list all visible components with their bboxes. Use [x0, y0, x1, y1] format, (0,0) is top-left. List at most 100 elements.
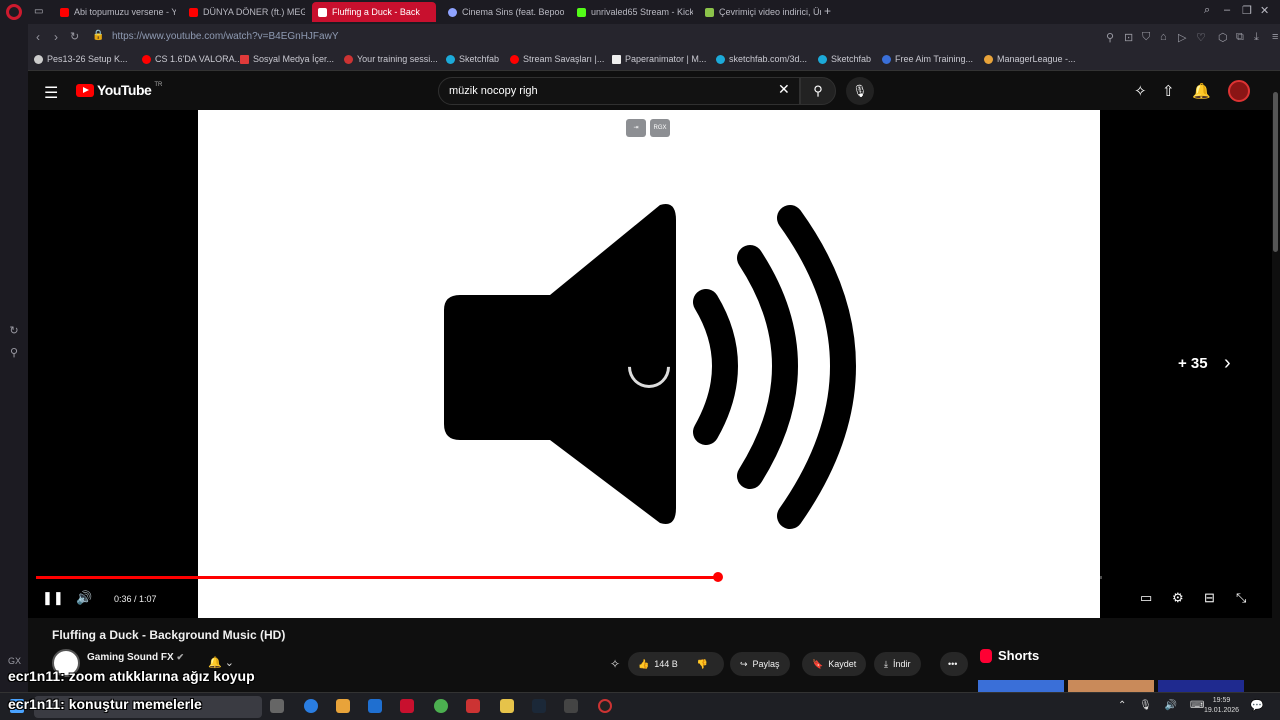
tab-5[interactable]: unrivaled65 Stream - Kick — [571, 2, 693, 22]
bookmark-item[interactable]: CS 1.6'DA VALORA... — [142, 54, 242, 64]
bookmark-item[interactable]: ManagerLeague -... — [984, 54, 1076, 64]
search-box — [438, 77, 800, 105]
back-icon[interactable]: ‹ — [36, 30, 40, 44]
search-button[interactable]: ⚲ — [800, 77, 836, 105]
maximize-icon[interactable]: ❐ — [1242, 4, 1252, 17]
opera-logo-icon[interactable] — [6, 4, 22, 20]
miniplayer-icon[interactable]: ⊟ — [1204, 590, 1215, 606]
bookmark-label: Your training sessi... — [357, 54, 438, 64]
bookmark-label: Sketchfab — [831, 54, 872, 64]
search-icon: ⚲ — [813, 83, 823, 98]
history-icon[interactable]: ↻ — [7, 324, 21, 338]
channel-name[interactable]: Gaming Sound FX ✔ — [87, 652, 184, 663]
progress-bar[interactable] — [36, 572, 1102, 582]
minimize-icon[interactable]: – — [1224, 4, 1230, 16]
bookmark-item[interactable]: sketchfab.com/3d... — [716, 54, 807, 64]
terminal-icon[interactable] — [564, 699, 578, 713]
tab-4[interactable]: Cinema Sins (feat. Bepoo) — [442, 2, 564, 22]
bookmark-icon: 🔖 — [812, 658, 824, 669]
url-field[interactable]: https://www.youtube.com/watch?v=B4EGnHJF… — [112, 31, 339, 42]
shorts-header[interactable]: Shorts — [980, 648, 1039, 663]
pause-icon[interactable]: ❚❚ — [42, 590, 64, 606]
hamburger-menu-icon[interactable]: ☰ — [44, 83, 58, 103]
taskbar-clock[interactable]: 19:59 19.01.2026 — [1204, 696, 1239, 716]
file-explorer-icon[interactable] — [500, 699, 514, 713]
opera-gx-taskbar-icon[interactable] — [400, 699, 414, 713]
download-icon[interactable]: ⤓ — [1254, 31, 1259, 44]
share-button[interactable]: ↪ Paylaş — [730, 652, 790, 676]
tab-active[interactable]: Fluffing a Duck - Back — [312, 2, 436, 22]
adblock-icon[interactable]: ⛉ — [1142, 31, 1150, 44]
bookmark-item[interactable]: Sketchfab — [446, 54, 499, 64]
fullscreen-icon[interactable]: ⤡ — [1236, 590, 1246, 606]
microphone-icon[interactable]: 🎙 — [846, 77, 874, 105]
more-actions-button[interactable]: ••• — [940, 652, 968, 676]
ask-sparkle-icon[interactable]: ✧ — [610, 657, 620, 671]
bookmark-label: sketchfab.com/3d... — [729, 54, 808, 64]
settings-gear-icon[interactable]: ⚙ — [1172, 590, 1184, 606]
tab-menu-icon[interactable]: ▭ — [34, 6, 43, 17]
forward-icon[interactable]: › — [54, 30, 58, 44]
search-input[interactable] — [449, 85, 759, 97]
bookmark-item[interactable]: Sosyal Medya İçer... — [240, 54, 334, 64]
copilot-icon[interactable] — [304, 699, 318, 713]
bookmark-item[interactable]: Free Aim Training... — [882, 54, 973, 64]
dislike-icon[interactable]: 👎 — [697, 659, 708, 670]
subtitles-icon[interactable]: ▭ — [1140, 590, 1152, 606]
system-tray[interactable]: ⌃ 🎙 🔊 ⌨ — [1118, 700, 1209, 711]
notifications-icon[interactable]: 💬 — [1250, 699, 1264, 712]
tab-2[interactable]: DÜNYA DÖNER (ft.) MEG — [183, 2, 305, 22]
chevron-right-icon[interactable]: › — [1224, 352, 1231, 375]
youtube-logo[interactable]: YouTube TR — [76, 82, 162, 98]
extensions-icon[interactable]: ⌂ — [1160, 31, 1167, 43]
browser-menu-icon[interactable]: ≡ — [1272, 31, 1278, 43]
notifications-bell-icon[interactable]: 🔔 — [1192, 82, 1211, 100]
pin-icon[interactable]: ⚲ — [1106, 31, 1114, 44]
bookmark-item[interactable]: Stream Savaşları |... — [510, 54, 604, 64]
store-icon[interactable] — [336, 699, 350, 713]
obs-icon[interactable] — [598, 699, 612, 713]
page-scrollbar[interactable] — [1272, 72, 1280, 692]
steam-icon[interactable] — [532, 699, 546, 713]
tab-label: DÜNYA DÖNER (ft.) MEG — [203, 7, 305, 17]
like-count[interactable]: 144 B — [654, 659, 678, 669]
task-view-icon[interactable] — [270, 699, 284, 713]
snapshot-icon[interactable]: ⊡ — [1124, 31, 1133, 44]
search-tabs-icon[interactable]: ⌕ — [1204, 4, 1210, 17]
download-button[interactable]: ⤓ İndir — [874, 652, 921, 676]
volume-icon[interactable]: 🔊 — [76, 590, 92, 606]
bookmark-item[interactable]: Sketchfab — [818, 54, 871, 64]
reload-icon[interactable]: ↻ — [70, 30, 79, 43]
mail-icon[interactable] — [368, 699, 382, 713]
like-icon[interactable]: 👍 — [638, 659, 649, 670]
new-tab-button[interactable]: + — [824, 4, 831, 18]
tab-6[interactable]: Çevrimiçi video indirici, Ün — [699, 2, 821, 22]
upload-icon[interactable]: ⇧ — [1162, 82, 1175, 100]
more-videos-count[interactable]: + 35 — [1178, 355, 1208, 372]
manager-icon — [984, 54, 993, 64]
sparkle-icon[interactable]: ✧ — [1134, 82, 1147, 100]
youtube-header: ☰ YouTube TR ✕ ⚲ 🎙 ✧ ⇧ 🔔 — [28, 72, 1280, 110]
scrollbar-thumb[interactable] — [1273, 92, 1278, 252]
bookmark-item[interactable]: Paperanimator | M... — [612, 54, 706, 64]
video-player[interactable]: ⇥ RGX + 35 › ❚❚ 🔊 0:36 / 1:07 ▭ ⚙ ⊟ ⤡ — [28, 110, 1272, 618]
chat-overlay-line: ecr1n11: zoom atıkklarına ağız koyup — [8, 668, 255, 684]
clear-search-icon[interactable]: ✕ — [778, 81, 790, 98]
puzzle-icon[interactable]: ⧉ — [1236, 31, 1244, 44]
player-play-icon[interactable]: ▷ — [1178, 31, 1186, 44]
red-app-icon[interactable] — [466, 699, 480, 713]
video-frame[interactable]: ⇥ RGX — [198, 110, 1100, 618]
green-app-icon[interactable] — [434, 699, 448, 713]
bookmark-item[interactable]: Your training sessi... — [344, 54, 438, 64]
download-favicon-icon — [705, 7, 714, 17]
close-window-icon[interactable]: ✕ — [1260, 4, 1269, 17]
youtube-icon — [142, 54, 151, 64]
player-icon[interactable]: ⚲ — [7, 346, 21, 360]
tab-1[interactable]: Abi topumuzu versene - Yo — [54, 2, 176, 22]
bookmark-item[interactable]: Pes13-26 Setup K... — [34, 54, 128, 64]
cube-icon[interactable]: ⬡ — [1218, 31, 1228, 44]
heart-icon[interactable]: ♡ — [1196, 31, 1206, 44]
account-avatar[interactable] — [1228, 80, 1250, 102]
save-button[interactable]: 🔖 Kaydet — [802, 652, 867, 676]
shorts-label: Shorts — [998, 648, 1040, 663]
